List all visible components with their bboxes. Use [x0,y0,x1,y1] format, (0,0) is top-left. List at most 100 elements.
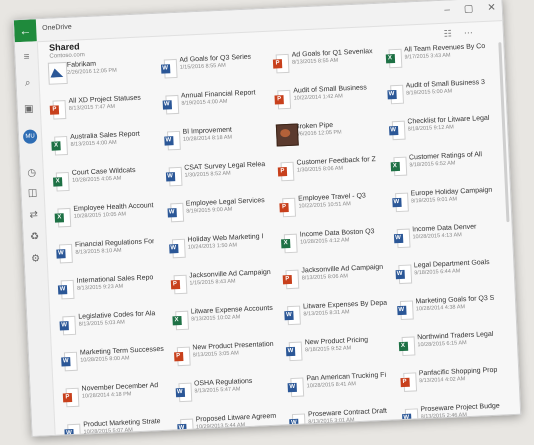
ppt-file-icon: P [282,269,300,290]
page-title: Shared [48,41,80,53]
photos-icon[interactable]: ◫ [21,187,43,199]
minimize-button[interactable]: – [444,4,450,15]
file-date: 1/6/2016 12:05 PM [295,129,342,138]
view-toggle-icon[interactable]: ☷ [444,28,453,39]
word-file-icon: W [287,377,305,398]
more-icon[interactable]: ⋯ [464,27,473,38]
file-tile[interactable]: Broken Pipe 1/6/2016 12:05 PM [274,119,388,152]
file-tile[interactable]: W Proseware Project Budge 8/13/2015 2:46 A… [399,402,513,435]
file-tile[interactable]: W Legislative Codes for Ala 8/13/2015 5:03… [57,310,171,343]
file-tile[interactable]: W Product Marketing Strate 10/28/2015 5:07… [62,417,176,437]
word-file-icon: W [163,130,181,151]
maximize-button[interactable]: ▢ [464,3,474,14]
excel-file-icon: X [171,310,189,331]
word-file-icon: W [56,243,73,264]
file-tile[interactable]: P Customer Feedback for Z 1/30/2015 8:06 A… [275,155,389,188]
file-tile[interactable]: W Holiday Web Marketing I 10/24/2013 1:50 … [166,232,280,265]
ppt-file-icon: P [170,274,187,295]
word-file-icon: W [396,300,414,321]
excel-file-icon: X [385,48,402,69]
search-icon[interactable]: ⌕ [16,77,38,89]
file-tile[interactable]: W Proseware Contract Draft 8/13/2015 3:01 … [287,407,401,437]
settings-icon[interactable]: ⚙ [24,253,46,265]
excel-file-icon: X [51,135,68,156]
back-button[interactable]: ← [13,19,37,43]
word-file-icon: W [401,408,419,428]
word-file-icon: W [285,341,303,362]
app-title: OneDrive [42,23,72,32]
file-tile[interactable]: P Jacksonville Ad Campaign 8/13/2015 8:06 … [280,263,394,296]
file-tile[interactable]: P Audit of Small Business 10/22/2014 1:42 … [272,84,386,117]
file-tile[interactable]: P Jacksonville Ad Campaign 1/15/2015 8:43 … [168,268,282,301]
file-tile[interactable]: X Northwind Traders Legal 10/28/2015 6:15 … [396,330,510,363]
file-date: 8/13/2015 5:47 AM [194,386,241,395]
avatar[interactable]: MU [22,129,38,144]
file-tile[interactable]: W International Sales Repo 8/13/2015 9:23 … [56,274,170,307]
image-file-icon [275,123,299,147]
word-file-icon: W [64,423,82,437]
file-tile[interactable]: W CSAT Survey Legal Relea 1/30/2015 8:52 A… [163,161,277,194]
file-tile[interactable]: X Employee Health Account 10/28/2015 10:05… [52,202,166,235]
recycle-icon[interactable]: ♻ [23,231,45,243]
ppt-file-icon: P [279,197,297,218]
file-tile[interactable]: X Income Data Boston Q3 10/28/2015 4:12 AM [279,227,393,260]
file-tile[interactable]: W BI Improvement 10/28/2014 8:18 AM [161,125,275,158]
word-file-icon: W [391,192,409,213]
word-file-icon: W [395,264,412,285]
file-tile[interactable]: P New Product Presentation 8/13/2015 3:05 … [171,340,285,373]
file-tile[interactable]: W Audit of Small Business 3 8/19/2015 5:00… [385,78,499,111]
excel-file-icon: X [398,336,415,357]
file-tile[interactable]: P Panfacific Shopping Prop 8/13/2014 4:02 … [398,366,512,399]
ppt-file-icon: P [277,161,295,182]
file-tile[interactable]: W Income Data Denver 10/28/2015 4:13 AM [391,222,505,255]
word-file-icon: W [175,382,192,403]
file-tile[interactable]: W Pan American Trucking Fi 10/28/2015 8:41… [285,371,399,404]
word-file-icon: W [61,351,78,372]
file-tile[interactable]: P Employee Travel - Q3 10/22/2015 10:51 AM [277,191,391,224]
toolbar: ☷ ⋯ [444,27,474,39]
word-file-icon: W [168,238,186,259]
word-file-icon: W [289,413,306,434]
file-tile[interactable]: X Court Case Wildcats 10/28/2015 4:05 AM [51,166,165,199]
file-tile[interactable]: X Litware Expense Accounts 8/13/2015 10:02… [170,304,284,337]
recent-icon[interactable]: ◷ [21,167,43,179]
page-header: Shared Contoso.com [48,41,85,59]
app-window: ← OneDrive – ▢ ✕ ☷ ⋯ ≡ ⌕ ▣ MU ◷ ◫ ⇄ ♻ ⚙ Shared C… [12,0,522,437]
file-tile[interactable]: W OSHA Regulations 8/13/2015 5:47 AM [173,376,287,409]
word-file-icon: W [167,202,184,223]
file-tile[interactable]: W Checklist for Litware Legal 8/18/2015 9:… [386,114,500,147]
word-file-icon: W [57,279,75,300]
word-file-icon: W [160,58,178,79]
file-tile[interactable]: X All Team Revenues By Co 9/17/2015 3:43 A… [383,42,497,75]
file-date: 2/26/2016 12:05 PM [67,67,117,76]
file-tile[interactable]: P November December Ad 10/28/2014 4:18 PM [60,381,174,414]
file-tile[interactable]: X Customer Ratings of All 8/18/2015 6:52 A… [388,150,502,183]
file-tile[interactable]: W Marketing Goals for Q3 S 10/28/2014 4:38… [394,294,508,327]
file-tile[interactable]: W Financial Regulations For 8/13/2015 8:10… [54,238,168,271]
file-tile[interactable]: W Marketing Term Successes 10/28/2015 8:00… [59,345,173,378]
file-tile[interactable]: W Ad Goals for Q3 Series 1/15/2016 8:55 AM [158,53,272,86]
file-grid: Fabrikam 2/26/2016 12:05 PM W Ad Goals for … [46,42,513,437]
file-tile[interactable]: P All XD Project Statuses 8/13/2015 7:47 A… [47,94,161,127]
file-tile[interactable]: W Employee Legal Services 8/19/2015 9:00 A… [165,197,279,230]
file-tile[interactable]: X Australia Sales Report 8/13/2015 4:00 AM [49,130,163,163]
file-tile[interactable]: Fabrikam 2/26/2016 12:05 PM [46,58,160,91]
file-tile[interactable]: W Annual Financial Report 8/19/2015 4:00 A… [160,89,274,122]
ppt-file-icon: P [62,387,80,408]
folder-file-icon [47,61,68,85]
ppt-file-icon: P [272,53,290,74]
file-tile[interactable]: W Proposed Litware Agreem 10/29/2013 5:44 … [174,412,288,437]
word-file-icon: W [165,166,182,187]
file-tile[interactable]: W Litware Expenses By Depa 8/13/2015 8:31 … [282,299,396,332]
file-tile[interactable]: W Legal Department Goals 8/18/2015 6:44 AM [393,258,507,291]
word-file-icon: W [176,418,194,437]
word-file-icon: W [59,315,77,336]
ppt-file-icon: P [173,346,191,367]
close-button[interactable]: ✕ [487,2,496,13]
menu-icon[interactable]: ≡ [15,51,37,63]
folder-icon[interactable]: ▣ [18,103,40,115]
file-tile[interactable]: P Ad Goals for Q1 Sevenlax 8/13/2015 8:55 … [271,48,385,81]
shared-icon[interactable]: ⇄ [22,209,44,221]
file-tile[interactable]: W New Product Pricing 8/18/2015 9:52 AM [284,335,398,368]
file-tile[interactable]: W Europe Holiday Campaign 8/19/2015 9:01 A… [389,186,503,219]
